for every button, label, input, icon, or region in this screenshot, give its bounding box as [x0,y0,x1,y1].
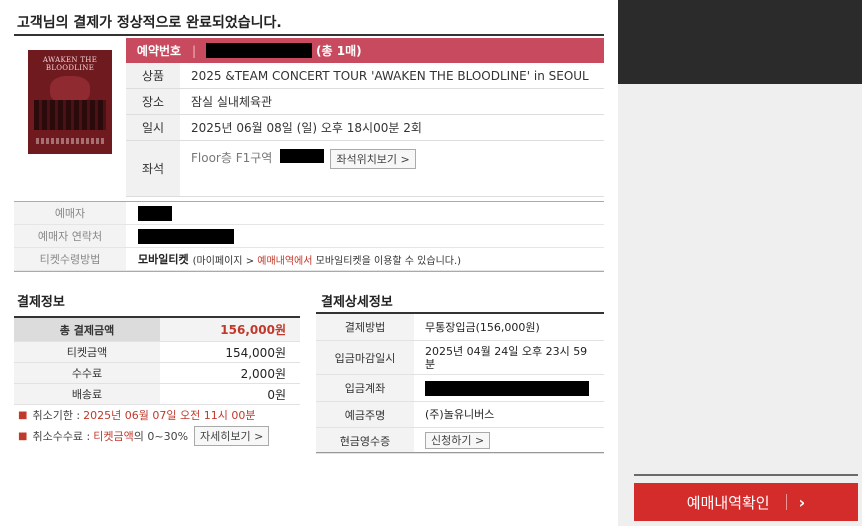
ticket-price-label: 티켓금액 [14,342,160,362]
booking-number-bar: 예약번호 | (총 1매) [126,38,604,63]
buyer-info-table: 예매자 예매자 연락처 티켓수령방법 모바일티켓 (마이페이지 > 예매내역에서… [14,202,604,271]
payment-notes: ■ 취소기한 : 2025년 06월 07일 오전 11시 00분 ■ 취소수수… [18,406,270,448]
deposit-account-cell [414,375,604,401]
title-value: 2025 &TEAM CONCERT TOUR 'AWAKEN THE BLOO… [191,68,589,83]
cancel-fee-label: 취소수수료 : [32,430,91,443]
pay-method-value: 무통장입금(156,000원) [425,320,540,334]
info-row-title: 상품 2025 &TEAM CONCERT TOUR 'AWAKEN THE B… [126,63,604,89]
total-value: 156,000원 [160,318,300,341]
title-label: 상품 [126,63,180,88]
cancel-deadline-value: 2025년 06월 07일 오전 11시 00분 [83,409,256,422]
cancel-fee-value-plain: 의 0~30% [133,430,189,443]
buyer-row-method: 티켓수령방법 모바일티켓 (마이페이지 > 예매내역에서 모바일티켓을 이용할 … [14,248,604,271]
ticket-method-note-highlight: 예매내역에서 [257,255,313,267]
ticket-method-label: 티켓수령방법 [14,248,126,270]
side-divider [634,474,858,476]
bullet-icon: ■ [18,409,28,421]
fee-label: 수수료 [14,363,160,383]
side-panel: 예매내역확인 › [618,0,862,526]
fee-value: 2,000원 [240,366,286,381]
booking-number-label: 예약번호 [136,44,182,58]
seat-value-cell: Floor층 F1구역 좌석위치보기 > [180,141,604,196]
deposit-account-label: 입금계좌 [316,375,414,401]
booking-history-button[interactable]: 예매내역확인 › [634,483,858,521]
buyer-contact-cell [126,225,604,247]
venue-label: 장소 [126,89,180,114]
payment-detail-section-title: 결제상세정보 [321,295,393,310]
buyer-name-cell [126,202,604,224]
ticket-method-cell: 모바일티켓 (마이페이지 > 예매내역에서 모바일티켓을 이용할 수 있습니다.… [126,248,604,270]
seat-location-button[interactable]: 좌석위치보기 > [330,149,416,169]
pd-row-receipt: 현금영수증 신청하기 > [316,428,604,454]
date-value: 2025년 06월 08일 (일) 오후 18시00분 2회 [191,121,422,135]
pd-row-holder: 예금주명 (주)놀유니버스 [316,402,604,428]
ticket-method-note-post: 모바일티켓을 이용할 수 있습니다.) [312,255,462,267]
payment-section-title: 결제정보 [17,295,65,310]
venue-value: 잠실 실내체육관 [191,95,273,109]
cancel-deadline-label: 취소기한 : [32,409,81,422]
deposit-account-redacted [425,380,589,396]
booking-number-separator: | [192,43,197,58]
pd-row-method: 결제방법 무통장입금(156,000원) [316,314,604,341]
cancel-fee-detail-button[interactable]: 자세히보기 > [194,426,270,446]
page-title: 고객님의 결제가 정상적으로 완료되었습니다. [17,15,282,31]
account-holder-label: 예금주명 [316,402,414,427]
cash-receipt-apply-button[interactable]: 신청하기 > [425,432,491,449]
ticket-method-note-pre: (마이페이지 > [192,255,258,267]
poster-group-figures [34,100,106,130]
payment-table: 총 결제금액 156,000원 티켓금액 154,000원 수수료 2,000원… [14,316,300,405]
shipping-label: 배송료 [14,384,160,404]
buyer-row-name: 예매자 [14,202,604,225]
pd-row-account: 입금계좌 [316,375,604,402]
seat-value: Floor층 F1구역 [191,151,273,165]
side-dark-header [618,0,862,84]
date-label: 일시 [126,115,180,140]
buyer-contact-label: 예매자 연락처 [14,225,126,247]
payment-row-ticket: 티켓금액 154,000원 [14,342,300,363]
booking-history-label: 예매내역확인 [686,493,770,512]
total-label: 총 결제금액 [14,318,160,341]
ticket-price-value: 154,000원 [225,345,286,360]
buyer-contact-redacted [138,228,234,244]
ticket-count: (총 1매) [316,44,362,58]
cash-receipt-cell: 신청하기 > [414,428,604,453]
seat-number-redacted [280,149,325,163]
buyer-name-label: 예매자 [14,202,126,224]
ticket-method-note: (마이페이지 > 예매내역에서 모바일티켓을 이용할 수 있습니다.) [193,252,461,267]
info-row-seat: 좌석 Floor층 F1구역 좌석위치보기 > [126,141,604,197]
poster-title: AWAKEN THE BLOODLINE [42,56,98,72]
shipping-value: 0원 [267,387,286,402]
account-holder-value: (주)놀유니버스 [425,408,495,421]
payment-row-shipping: 배송료 0원 [14,384,300,405]
bullet-icon: ■ [18,430,28,442]
concert-poster: AWAKEN THE BLOODLINE [28,50,112,154]
cancel-deadline-note: ■ 취소기한 : 2025년 06월 07일 오전 11시 00분 [18,406,269,424]
cancel-fee-note: ■ 취소수수료 : 티켓금액 의 0~30% 자세히보기 > [18,426,270,446]
payment-row-total: 총 결제금액 156,000원 [14,318,300,342]
info-row-venue: 장소 잠실 실내체육관 [126,89,604,115]
buyer-divider-bottom [14,271,604,272]
cancel-fee-value-red: 티켓금액 [93,430,134,443]
deposit-deadline-label: 입금마감일시 [316,341,414,374]
buyer-name-redacted [138,205,172,221]
button-separator [785,494,787,510]
payment-detail-table: 결제방법 무통장입금(156,000원) 입금마감일시 2025년 04월 24… [316,312,604,454]
payment-detail-divider-bottom [316,452,604,453]
deposit-deadline-value: 2025년 04월 24일 오후 23시 59분 [425,344,588,371]
pd-row-deadline: 입금마감일시 2025년 04월 24일 오후 23시 59분 [316,341,604,375]
seat-label: 좌석 [126,141,180,196]
info-row-date: 일시 2025년 06월 08일 (일) 오후 18시00분 2회 [126,115,604,141]
buyer-row-contact: 예매자 연락처 [14,225,604,248]
cash-receipt-label: 현금영수증 [316,428,414,453]
title-divider [14,34,604,36]
pay-method-label: 결제방법 [316,314,414,340]
booking-number-redacted [206,43,313,58]
payment-row-fee: 수수료 2,000원 [14,363,300,384]
booking-info-table: 상품 2025 &TEAM CONCERT TOUR 'AWAKEN THE B… [126,63,604,197]
chevron-right-icon: › [798,492,806,512]
main-panel: 고객님의 결제가 정상적으로 완료되었습니다. AWAKEN THE BLOOD… [0,0,618,526]
poster-footer-text [36,138,104,144]
ticket-method-value: 모바일티켓 [138,253,189,266]
